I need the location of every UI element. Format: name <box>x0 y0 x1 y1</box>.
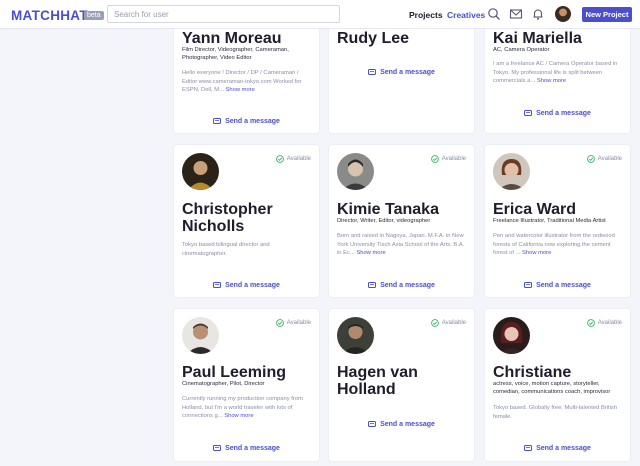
beta-badge: beta <box>84 11 104 20</box>
send-message-label: Send a message <box>380 420 435 428</box>
creative-name[interactable]: Christopher Nicholls <box>182 201 314 235</box>
creative-bio: Currently running my production company … <box>182 396 303 419</box>
creative-title: actress, voice, motion capture, storytel… <box>493 381 611 395</box>
send-message-button[interactable]: Send a message <box>174 444 319 452</box>
creative-name[interactable]: Kai Mariella <box>493 30 625 47</box>
creative-bio: Hello everyone ! Director / DP / Cameram… <box>182 70 302 93</box>
creative-card-erica-ward: Available Erica Ward Freelance Illustrat… <box>485 145 630 297</box>
creative-name[interactable]: Yann Moreau <box>182 30 314 47</box>
check-circle-icon <box>275 155 284 163</box>
user-avatar[interactable] <box>555 6 571 22</box>
send-message-button[interactable]: Send a message <box>485 281 630 289</box>
availability-badge: Available <box>430 155 466 163</box>
message-icon <box>213 281 222 289</box>
creative-name[interactable]: Hagen van Holland <box>337 364 469 398</box>
send-message-button[interactable]: Send a message <box>174 117 319 125</box>
creative-card-christiane: Available Christiane actress, voice, mot… <box>485 309 630 461</box>
check-circle-icon <box>586 319 595 327</box>
send-message-label: Send a message <box>225 281 280 289</box>
availability-badge: Available <box>586 155 622 163</box>
creative-name[interactable]: Erica Ward <box>493 201 625 218</box>
show-more-link[interactable]: Show more <box>226 87 255 93</box>
creative-title: Film Director, Videographer, Cameraman, … <box>182 47 289 61</box>
send-message-label: Send a message <box>380 281 435 289</box>
availability-label: Available <box>597 320 622 326</box>
top-header: MATCHHAT beta Projects Creatives New Pro… <box>0 0 640 29</box>
creative-card-christopher-nicholls: Available Christopher Nicholls Tokyo bas… <box>174 145 319 297</box>
new-project-button[interactable]: New Project <box>582 7 632 22</box>
nav-projects[interactable]: Projects <box>409 10 443 20</box>
message-icon <box>368 281 377 289</box>
message-icon <box>368 68 377 76</box>
message-icon <box>524 109 533 117</box>
send-message-label: Send a message <box>380 68 435 76</box>
creative-bio: Tokyo based. Globally free. Multi-talent… <box>493 405 618 420</box>
check-circle-icon <box>586 155 595 163</box>
mail-icon[interactable] <box>509 7 523 21</box>
search-input[interactable] <box>107 5 340 23</box>
show-more-link[interactable]: Show more <box>356 250 385 256</box>
creative-bio: Born and raised in Nagoya, Japan. M.F.A.… <box>337 233 465 256</box>
creative-bio: I am a freelance AC / Camera Operator ba… <box>493 61 618 84</box>
bell-icon[interactable] <box>531 7 545 21</box>
creative-card-paul-leeming: Available Paul Leeming Cinematographer, … <box>174 309 319 461</box>
creative-photo[interactable] <box>493 153 530 190</box>
availability-label: Available <box>441 156 466 162</box>
message-icon <box>368 420 377 428</box>
creative-bio: Pen and watercolor illustrator from the … <box>493 233 615 256</box>
availability-label: Available <box>597 156 622 162</box>
message-icon <box>213 117 222 125</box>
creative-photo[interactable] <box>182 317 219 354</box>
send-message-button[interactable]: Send a message <box>329 281 474 289</box>
message-icon <box>524 444 533 452</box>
show-more-link[interactable]: Show more <box>537 78 566 84</box>
creative-title: Freelance Illustrator, Traditional Media… <box>493 218 606 224</box>
creative-name[interactable]: Kimie Tanaka <box>337 201 469 218</box>
creative-name[interactable]: Christiane <box>493 364 625 381</box>
check-circle-icon <box>430 319 439 327</box>
nav-creatives[interactable]: Creatives <box>447 10 485 20</box>
send-message-label: Send a message <box>225 444 280 452</box>
check-circle-icon <box>430 155 439 163</box>
creative-name[interactable]: Paul Leeming <box>182 364 314 381</box>
creative-title: AC, Camera Operator <box>493 47 550 53</box>
send-message-button[interactable]: Send a message <box>485 444 630 452</box>
send-message-button[interactable]: Send a message <box>485 109 630 117</box>
send-message-label: Send a message <box>225 117 280 125</box>
creative-photo[interactable] <box>493 317 530 354</box>
message-icon <box>213 444 222 452</box>
creative-photo[interactable] <box>337 317 374 354</box>
availability-badge: Available <box>275 155 311 163</box>
creative-card-kimie-tanaka: Available Kimie Tanaka Director, Writer,… <box>329 145 474 297</box>
availability-label: Available <box>286 320 311 326</box>
send-message-button[interactable]: Send a message <box>174 281 319 289</box>
availability-badge: Available <box>275 319 311 327</box>
creative-bio: Tokyo based bilingual director and cinem… <box>182 242 270 257</box>
message-icon <box>524 281 533 289</box>
check-circle-icon <box>275 319 284 327</box>
availability-badge: Available <box>430 319 466 327</box>
availability-label: Available <box>441 320 466 326</box>
creative-name[interactable]: Rudy Lee <box>337 30 469 47</box>
creative-card-hagen-van-holland: Available Hagen van Holland Send a messa… <box>329 309 474 461</box>
send-message-label: Send a message <box>536 109 591 117</box>
show-more-link[interactable]: Show more <box>522 250 551 256</box>
send-message-button[interactable]: Send a message <box>329 68 474 76</box>
creative-photo[interactable] <box>182 153 219 190</box>
send-message-label: Send a message <box>536 281 591 289</box>
send-message-label: Send a message <box>536 444 591 452</box>
availability-badge: Available <box>586 319 622 327</box>
creative-title: Cinematographer, Pilot, Director <box>182 381 265 387</box>
logo[interactable]: MATCHHAT <box>11 8 88 23</box>
creative-title: Director, Writer, Editor, videographer <box>337 218 431 224</box>
availability-label: Available <box>286 156 311 162</box>
creative-photo[interactable] <box>337 153 374 190</box>
send-message-button[interactable]: Send a message <box>329 420 474 428</box>
show-more-link[interactable]: Show more <box>224 413 253 419</box>
search-icon[interactable] <box>487 7 501 21</box>
